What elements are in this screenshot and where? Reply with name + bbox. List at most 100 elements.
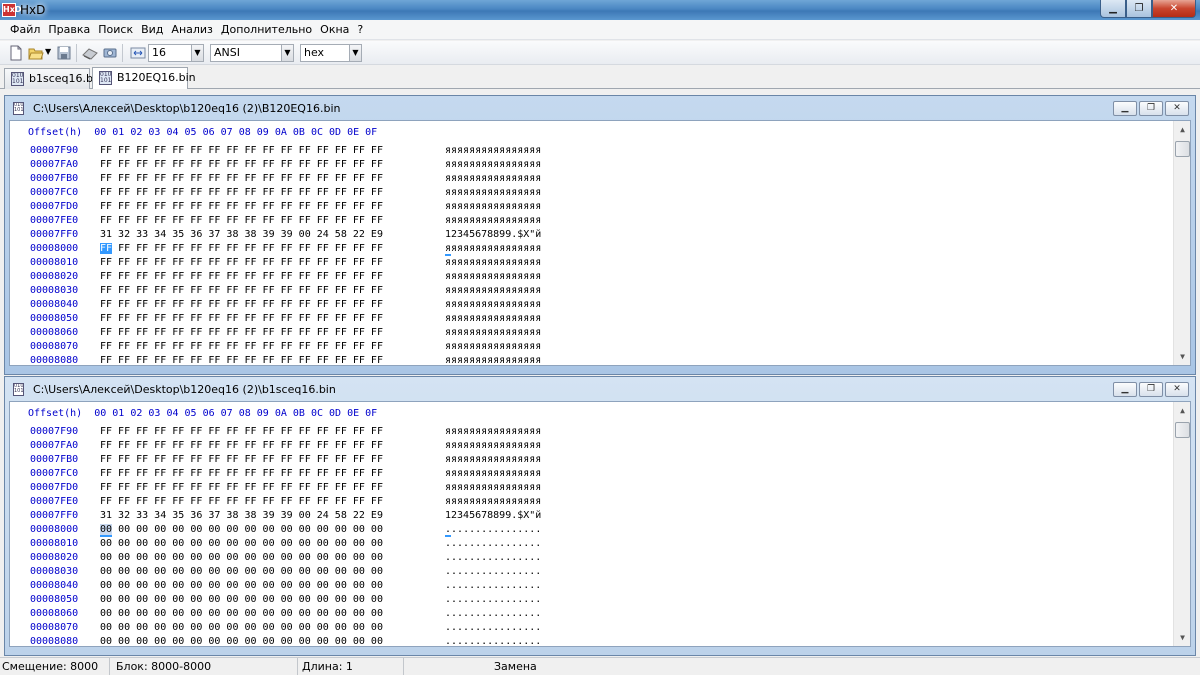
- row-ascii[interactable]: яяяяяяяяяяяяяяяя: [445, 173, 541, 184]
- row-ascii[interactable]: яяяяяяяяяяяяяяяя: [445, 187, 541, 198]
- row-bytes[interactable]: FF FF FF FF FF FF FF FF FF FF FF FF FF F…: [100, 145, 383, 156]
- row-ascii[interactable]: яяяяяяяяяяяяяяяя: [445, 426, 541, 437]
- close-icon[interactable]: ✕: [1165, 101, 1189, 116]
- row-bytes[interactable]: 00 00 00 00 00 00 00 00 00 00 00 00 00 0…: [100, 524, 383, 537]
- row-bytes[interactable]: FF FF FF FF FF FF FF FF FF FF FF FF FF F…: [100, 454, 383, 465]
- row-ascii[interactable]: яяяяяяяяяяяяяяяя: [445, 454, 541, 465]
- menu-edit[interactable]: Правка: [44, 20, 94, 40]
- row-ascii[interactable]: яяяяяяяяяяяяяяяя: [445, 257, 541, 268]
- minimize-button[interactable]: ▁: [1100, 0, 1126, 18]
- row-bytes[interactable]: 00 00 00 00 00 00 00 00 00 00 00 00 00 0…: [100, 580, 383, 591]
- row-ascii[interactable]: яяяяяяяяяяяяяяяя: [445, 299, 541, 310]
- row-bytes[interactable]: FF FF FF FF FF FF FF FF FF FF FF FF FF F…: [100, 468, 383, 479]
- row-bytes[interactable]: FF FF FF FF FF FF FF FF FF FF FF FF FF F…: [100, 341, 383, 352]
- bytes-per-row-select[interactable]: 16 ▼: [148, 44, 204, 62]
- row-ascii[interactable]: 12345678899.$X"й: [445, 510, 541, 521]
- minimize-icon[interactable]: ▁: [1113, 382, 1137, 397]
- restore-button[interactable]: ❐: [1126, 0, 1152, 18]
- row-bytes[interactable]: FF FF FF FF FF FF FF FF FF FF FF FF FF F…: [100, 496, 383, 507]
- new-file-icon[interactable]: [8, 45, 24, 61]
- row-bytes[interactable]: FF FF FF FF FF FF FF FF FF FF FF FF FF F…: [100, 299, 383, 310]
- row-bytes[interactable]: 00 00 00 00 00 00 00 00 00 00 00 00 00 0…: [100, 552, 383, 563]
- menu-extras[interactable]: Дополнительно: [217, 20, 316, 40]
- row-bytes[interactable]: FF FF FF FF FF FF FF FF FF FF FF FF FF F…: [100, 482, 383, 493]
- tab-b1sceq16[interactable]: 01011010 b1sceq16.bin: [4, 68, 103, 89]
- row-bytes[interactable]: FF FF FF FF FF FF FF FF FF FF FF FF FF F…: [100, 159, 383, 170]
- caret-byte[interactable]: 00: [100, 524, 113, 537]
- row-bytes[interactable]: FF FF FF FF FF FF FF FF FF FF FF FF FF F…: [100, 426, 383, 437]
- scroll-up-icon[interactable]: ▲: [1175, 402, 1190, 419]
- hex-view[interactable]: Offset(h) 00 01 02 03 04 05 06 07 08 09 …: [9, 120, 1191, 366]
- row-ascii[interactable]: 12345678899.$X"й: [445, 229, 541, 240]
- row-ascii[interactable]: яяяяяяяяяяяяяяяя: [445, 496, 541, 507]
- chevron-down-icon[interactable]: ▼: [191, 45, 203, 61]
- row-ascii[interactable]: яяяяяяяяяяяяяяяя: [445, 285, 541, 296]
- row-ascii[interactable]: яяяяяяяяяяяяяяяя: [445, 215, 541, 226]
- close-button[interactable]: ✕: [1152, 0, 1196, 18]
- row-ascii[interactable]: ................: [445, 580, 541, 591]
- ram-icon[interactable]: [102, 45, 118, 61]
- caret-byte[interactable]: FF: [100, 243, 113, 254]
- row-ascii[interactable]: ................: [445, 622, 541, 633]
- menu-windows[interactable]: Окна: [316, 20, 353, 40]
- menu-file[interactable]: Файл: [6, 20, 44, 40]
- row-ascii[interactable]: яяяяяяяяяяяяяяяя: [445, 468, 541, 479]
- open-dropdown-icon[interactable]: ▼: [45, 47, 51, 56]
- row-ascii[interactable]: яяяяяяяяяяяяяяяя: [445, 271, 541, 282]
- row-ascii[interactable]: ................: [445, 608, 541, 619]
- row-ascii[interactable]: ................: [445, 636, 541, 646]
- scroll-down-icon[interactable]: ▼: [1175, 348, 1190, 365]
- row-bytes[interactable]: 00 00 00 00 00 00 00 00 00 00 00 00 00 0…: [100, 566, 383, 577]
- row-bytes[interactable]: FF FF FF FF FF FF FF FF FF FF FF FF FF F…: [100, 257, 383, 268]
- row-ascii[interactable]: яяяяяяяяяяяяяяяя: [445, 440, 541, 451]
- close-icon[interactable]: ✕: [1165, 382, 1189, 397]
- row-bytes[interactable]: 00 00 00 00 00 00 00 00 00 00 00 00 00 0…: [100, 594, 383, 605]
- row-bytes[interactable]: FF FF FF FF FF FF FF FF FF FF FF FF FF F…: [100, 201, 383, 212]
- row-bytes[interactable]: FF FF FF FF FF FF FF FF FF FF FF FF FF F…: [100, 355, 383, 365]
- row-ascii[interactable]: яяяяяяяяяяяяяяяя: [445, 201, 541, 212]
- offset-base-select[interactable]: hex ▼: [300, 44, 362, 62]
- row-bytes[interactable]: FF FF FF FF FF FF FF FF FF FF FF FF FF F…: [100, 271, 383, 282]
- row-bytes[interactable]: FF FF FF FF FF FF FF FF FF FF FF FF FF F…: [100, 187, 383, 198]
- scroll-down-icon[interactable]: ▼: [1175, 629, 1190, 646]
- menu-analysis[interactable]: Анализ: [167, 20, 217, 40]
- row-ascii[interactable]: ................: [445, 524, 541, 537]
- row-ascii[interactable]: ................: [445, 594, 541, 605]
- row-ascii[interactable]: яяяяяяяяяяяяяяяя: [445, 327, 541, 338]
- row-bytes[interactable]: 31 32 33 34 35 36 37 38 38 39 39 00 24 5…: [100, 229, 383, 240]
- row-bytes[interactable]: FF FF FF FF FF FF FF FF FF FF FF FF FF F…: [100, 440, 383, 451]
- chevron-down-icon[interactable]: ▼: [349, 45, 361, 61]
- scroll-up-icon[interactable]: ▲: [1175, 121, 1190, 138]
- minimize-icon[interactable]: ▁: [1113, 101, 1137, 116]
- restore-icon[interactable]: ❐: [1139, 382, 1163, 397]
- row-ascii[interactable]: яяяяяяяяяяяяяяяя: [445, 159, 541, 170]
- chevron-down-icon[interactable]: ▼: [281, 45, 293, 61]
- row-ascii[interactable]: яяяяяяяяяяяяяяяя: [445, 313, 541, 324]
- row-bytes[interactable]: 00 00 00 00 00 00 00 00 00 00 00 00 00 0…: [100, 608, 383, 619]
- scroll-thumb[interactable]: [1175, 141, 1190, 157]
- row-bytes[interactable]: FF FF FF FF FF FF FF FF FF FF FF FF FF F…: [100, 243, 383, 254]
- row-bytes[interactable]: 31 32 33 34 35 36 37 38 38 39 39 00 24 5…: [100, 510, 383, 521]
- row-bytes[interactable]: FF FF FF FF FF FF FF FF FF FF FF FF FF F…: [100, 285, 383, 296]
- row-ascii[interactable]: яяяяяяяяяяяяяяяя: [445, 482, 541, 493]
- menu-view[interactable]: Вид: [137, 20, 167, 40]
- row-ascii[interactable]: яяяяяяяяяяяяяяяя: [445, 145, 541, 156]
- row-bytes[interactable]: FF FF FF FF FF FF FF FF FF FF FF FF FF F…: [100, 173, 383, 184]
- row-bytes[interactable]: FF FF FF FF FF FF FF FF FF FF FF FF FF F…: [100, 215, 383, 226]
- row-ascii[interactable]: ................: [445, 566, 541, 577]
- scroll-thumb[interactable]: [1175, 422, 1190, 438]
- vertical-scrollbar[interactable]: ▲ ▼: [1173, 121, 1190, 365]
- caret-char[interactable]: .: [445, 524, 452, 537]
- row-bytes[interactable]: FF FF FF FF FF FF FF FF FF FF FF FF FF F…: [100, 313, 383, 324]
- row-ascii[interactable]: яяяяяяяяяяяяяяяя: [445, 341, 541, 352]
- menu-search[interactable]: Поиск: [94, 20, 137, 40]
- restore-icon[interactable]: ❐: [1139, 101, 1163, 116]
- menu-help[interactable]: ?: [353, 20, 367, 40]
- vertical-scrollbar[interactable]: ▲ ▼: [1173, 402, 1190, 646]
- row-bytes[interactable]: FF FF FF FF FF FF FF FF FF FF FF FF FF F…: [100, 327, 383, 338]
- row-ascii[interactable]: яяяяяяяяяяяяяяяя: [445, 355, 541, 365]
- row-bytes[interactable]: 00 00 00 00 00 00 00 00 00 00 00 00 00 0…: [100, 636, 383, 646]
- tab-b120eq16[interactable]: 01011010 B120EQ16.bin: [92, 67, 196, 89]
- open-folder-icon[interactable]: [28, 45, 44, 61]
- hex-view[interactable]: Offset(h) 00 01 02 03 04 05 06 07 08 09 …: [9, 401, 1191, 647]
